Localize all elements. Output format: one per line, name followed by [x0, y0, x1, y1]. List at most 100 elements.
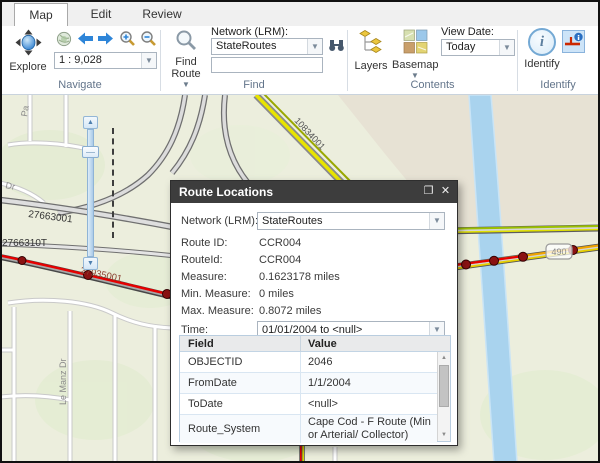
close-icon[interactable]: ✕ — [437, 181, 454, 203]
find-binoculars-button[interactable] — [328, 38, 346, 56]
route-tool-icon — [565, 32, 583, 46]
explore-label: Explore — [9, 61, 47, 73]
group-label-navigate: Navigate — [58, 79, 102, 91]
field-value: CCR004 — [259, 254, 302, 266]
network-combo[interactable]: StateRoutes ▼ — [257, 212, 445, 230]
view-date-label: View Date: — [441, 26, 494, 38]
route-input[interactable] — [211, 57, 323, 73]
view-date-value: Today — [446, 41, 476, 53]
cell-value: 2046 — [308, 356, 333, 368]
cell-field: Route_System — [188, 423, 261, 435]
network-value: StateRoutes — [262, 215, 323, 227]
explore-button[interactable]: Explore — [4, 29, 52, 73]
group-label-identify: Identify — [540, 79, 576, 91]
network-lrm-value: StateRoutes — [216, 40, 277, 52]
zoom-slider-up-button[interactable]: ▲ — [83, 116, 98, 129]
label-road-lower: 2766310T — [2, 238, 47, 249]
zoom-slider-thumb[interactable] — [82, 146, 99, 158]
zoom-slider-down-button[interactable]: ▼ — [83, 257, 98, 270]
boundary-dashed-line — [112, 128, 114, 238]
view-date-combo[interactable]: Today ▼ — [441, 39, 515, 56]
scroll-down-icon[interactable]: ▼ — [438, 429, 450, 441]
table-row: OBJECTID 2046 — [180, 352, 437, 373]
full-extent-globe-button[interactable] — [56, 31, 74, 49]
svg-text:490: 490 — [551, 247, 566, 257]
layers-label: Layers — [354, 60, 388, 72]
field-label: Measure: — [181, 271, 227, 283]
identify-route-locations-tool[interactable] — [562, 30, 585, 53]
group-label-contents: Contents — [410, 79, 455, 91]
route-stub-bottom — [299, 443, 305, 463]
layers-icon — [359, 30, 382, 53]
network-lrm-combo[interactable]: StateRoutes ▼ — [211, 38, 323, 55]
chevron-down-icon[interactable]: ▼ — [429, 213, 444, 229]
chevron-down-icon[interactable]: ▼ — [307, 39, 322, 54]
zoom-in-icon — [120, 31, 135, 46]
find-route-label-1: Find — [175, 56, 197, 68]
tab-edit[interactable]: Edit — [76, 3, 126, 26]
ribbon: Map Edit Review Explore 1: 9,028 ▼ Navi… — [0, 0, 600, 95]
field-value: 0.1623178 miles — [259, 271, 340, 283]
scrollbar-thumb[interactable] — [439, 365, 449, 407]
next-extent-button[interactable] — [97, 31, 115, 49]
table-scrollbar[interactable]: ▲ ▼ — [437, 352, 450, 441]
map-zoom-slider[interactable]: ▲ ▼ — [81, 116, 101, 270]
basemap-button[interactable]: Basemap ▼ — [392, 29, 438, 80]
cell-field: ToDate — [188, 398, 223, 410]
dialog-title: Route Locations — [179, 185, 274, 199]
table-header-row: Field Value — [180, 336, 450, 352]
field-label: Network (LRM): — [181, 215, 259, 227]
field-label: Route ID: — [181, 237, 228, 249]
route-locations-dialog: Route Locations ❐ ✕ Network (LRM): State… — [170, 180, 458, 446]
identify-label: Identify — [524, 58, 560, 70]
identify-button[interactable]: i Identify — [522, 28, 562, 70]
chevron-down-icon[interactable]: ▼ — [141, 53, 156, 68]
route-shield: 490 — [545, 243, 573, 260]
table-row: Route_System Cape Cod - F Route (Minor A… — [180, 415, 437, 443]
tab-review[interactable]: Review — [132, 3, 192, 26]
table-row: ToDate <null> — [180, 394, 437, 415]
label-street-pa: Pa — [19, 105, 31, 118]
chevron-down-icon[interactable]: ▼ — [499, 40, 514, 55]
tab-map[interactable]: Map — [14, 3, 68, 26]
basemap-icon — [403, 29, 427, 54]
previous-extent-button[interactable] — [77, 31, 95, 49]
arrow-left-icon — [78, 32, 93, 45]
cell-value: 1/1/2004 — [308, 377, 351, 389]
cell-field: FromDate — [188, 377, 237, 389]
magnifier-icon — [176, 30, 196, 50]
cell-field: OBJECTID — [188, 356, 243, 368]
explore-icon — [15, 29, 41, 56]
group-label-find: Find — [243, 79, 265, 91]
field-value: 0.8072 miles — [259, 305, 322, 317]
maximize-button[interactable]: ❐ — [420, 181, 437, 203]
label-street-dr: Dr — [5, 180, 16, 192]
field-value: 0 miles — [259, 288, 294, 300]
header-field: Field — [188, 338, 214, 350]
label-street-lemanz: Le Manz Dr — [58, 358, 68, 405]
cell-value: <null> — [308, 398, 338, 410]
field-label: RouteId: — [181, 254, 223, 266]
layers-button[interactable]: Layers — [351, 29, 391, 72]
identify-icon: i — [528, 28, 556, 56]
basemap-label: Basemap — [392, 59, 439, 71]
table-body: OBJECTID 2046 FromDate 1/1/2004 ToDate <… — [180, 352, 450, 443]
binoculars-icon — [329, 40, 344, 51]
field-label: Max. Measure: — [181, 305, 254, 317]
scroll-up-icon[interactable]: ▲ — [438, 352, 450, 364]
field-label: Min. Measure: — [181, 288, 251, 300]
table-row: FromDate 1/1/2004 — [180, 373, 437, 394]
map-scale-combo[interactable]: 1 : 9,028 ▼ — [54, 52, 157, 69]
dialog-titlebar[interactable]: Route Locations — [171, 181, 457, 203]
fixed-zoom-in-button[interactable] — [119, 30, 137, 48]
attribute-table: Field Value OBJECTID 2046 FromDate 1/1/2… — [179, 335, 451, 443]
fixed-zoom-out-button[interactable] — [140, 30, 158, 48]
field-value: CCR004 — [259, 237, 302, 249]
network-lrm-label: Network (LRM): — [211, 26, 289, 38]
map-scale-value: 1 : 9,028 — [59, 54, 102, 66]
cell-value: Cape Cod - F Route (Minor Arterial/ Coll… — [308, 416, 431, 441]
ribbon-tabstrip: Map Edit Review — [0, 0, 600, 26]
app-window: 490 27663001 2766310T 27935001 10834001 … — [0, 0, 600, 463]
arrow-right-icon — [98, 32, 113, 45]
header-value: Value — [308, 338, 337, 350]
